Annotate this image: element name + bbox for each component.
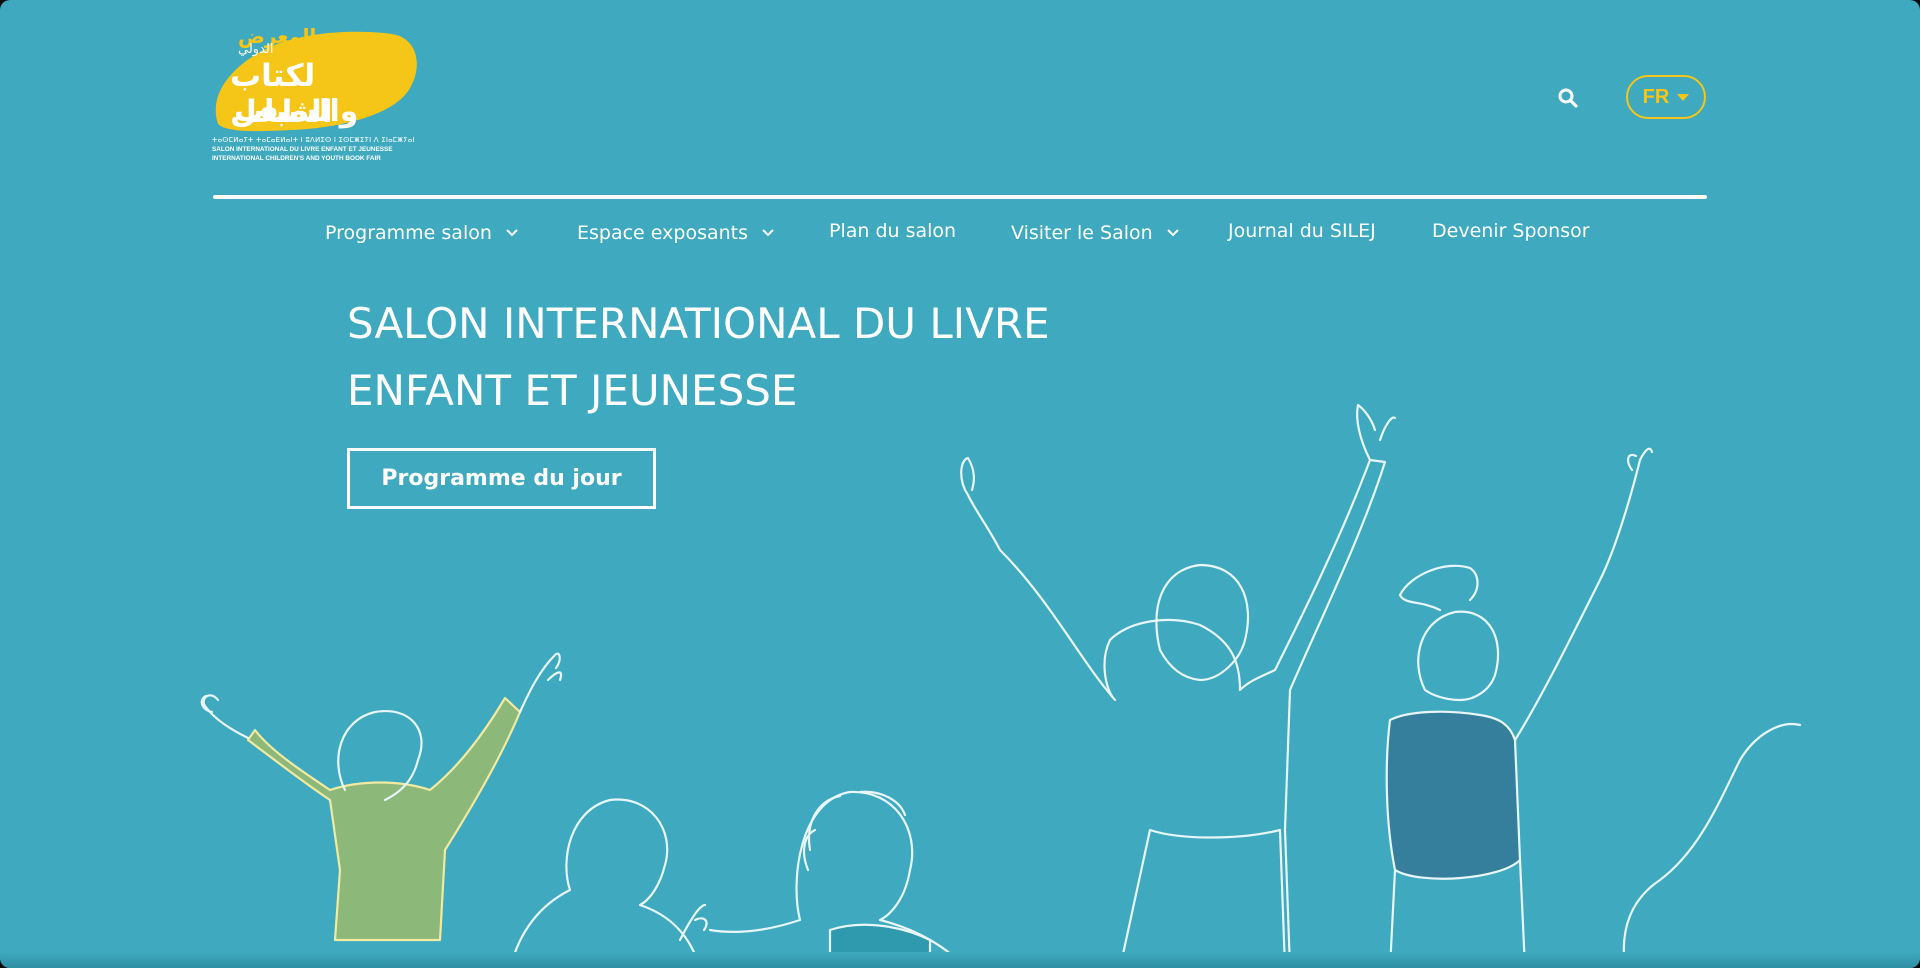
- bottom-shade: [0, 952, 1920, 968]
- logo-french-text: SALON INTERNATIONAL DU LIVRE ENFANT ET J…: [212, 146, 393, 153]
- decorative-curve: [1622, 722, 1802, 968]
- logo-tifinagh-text: ⵜⴰⵙⵎⵍⴰⵢⵜ ⵜⴰⵎⴰⴹⵍⴰⵏⵜ ⵏ ⵓⴷⵍⵉⵙ ⵏ ⵉⵙⵎⵥⵉⵢⵏ ⴷ ⵉ…: [212, 136, 415, 144]
- chevron-down-icon: [762, 216, 774, 246]
- child-5-head: [1417, 610, 1500, 702]
- child-4-head: [1155, 563, 1250, 682]
- child-1-left-hand: [200, 694, 250, 740]
- hero-title-line1: SALON INTERNATIONAL DU LIVRE: [347, 299, 1050, 348]
- child-1-head: [337, 709, 423, 802]
- nav-item-programme-salon[interactable]: Programme salon: [325, 216, 518, 246]
- nav-item-label: Plan du salon: [829, 220, 957, 242]
- logo-arabic-line2: الدولي: [238, 42, 274, 57]
- child-2: [508, 798, 702, 968]
- chevron-down-icon: [1166, 216, 1179, 246]
- nav-item-espace-exposants[interactable]: Espace exposants: [577, 216, 774, 246]
- language-selector[interactable]: FR: [1626, 75, 1706, 119]
- nav-item-label: Journal du SILEJ: [1228, 220, 1376, 242]
- page: المعرض الدولي لكتاب الطفل والشباب ⵜⴰⵙⵎⵍⴰ…: [0, 0, 1920, 968]
- nav-item-label: Programme salon: [325, 222, 492, 244]
- logo-arabic-line4: والشباب: [234, 94, 359, 129]
- hero-title: SALON INTERNATIONAL DU LIVRE ENFANT ET J…: [347, 290, 1147, 424]
- child-3-curls: [802, 790, 907, 872]
- site-logo[interactable]: المعرض الدولي لكتاب الطفل والشباب ⵜⴰⵙⵎⵍⴰ…: [212, 24, 422, 170]
- search-icon: [1558, 88, 1578, 108]
- nav-item-journal-du-silej[interactable]: Journal du SILEJ: [1228, 216, 1376, 246]
- nav-item-label: Devenir Sponsor: [1432, 220, 1590, 242]
- nav-divider: [213, 195, 1707, 199]
- child-4-shorts: [1118, 828, 1287, 968]
- nav-item-devenir-sponsor[interactable]: Devenir Sponsor: [1432, 216, 1590, 246]
- main-nav: Programme salon Espace exposants Plan du…: [213, 216, 1707, 246]
- nav-item-plan-du-salon[interactable]: Plan du salon: [829, 216, 956, 246]
- hero-title-line2: ENFANT ET JEUNESSE: [347, 366, 798, 415]
- child-4-left-arm: [960, 456, 1117, 702]
- child-4-right-hand: [1356, 403, 1397, 462]
- child-3: [708, 790, 967, 968]
- caret-down-icon: [1677, 93, 1690, 101]
- child-5-blue-shirt: [1385, 710, 1522, 880]
- child-5-ponytail: [1398, 564, 1479, 612]
- child-4-body: [1108, 458, 1387, 968]
- nav-item-label: Espace exposants: [577, 222, 748, 244]
- child-green-shirt: [246, 696, 522, 942]
- language-label: FR: [1642, 85, 1670, 108]
- chevron-down-icon: [506, 216, 518, 246]
- nav-item-label: Visiter le Salon: [1011, 222, 1153, 244]
- programme-du-jour-button[interactable]: Programme du jour: [347, 448, 656, 509]
- child-1-right-hand: [518, 652, 563, 714]
- logo-english-text: INTERNATIONAL CHILDREN'S AND YOUTH BOOK …: [212, 155, 381, 162]
- nav-item-visiter-le-salon[interactable]: Visiter le Salon: [1011, 216, 1179, 246]
- search-button[interactable]: [1556, 86, 1580, 110]
- child-5-right-arm: [1513, 447, 1654, 742]
- child-2-hand: [678, 903, 708, 942]
